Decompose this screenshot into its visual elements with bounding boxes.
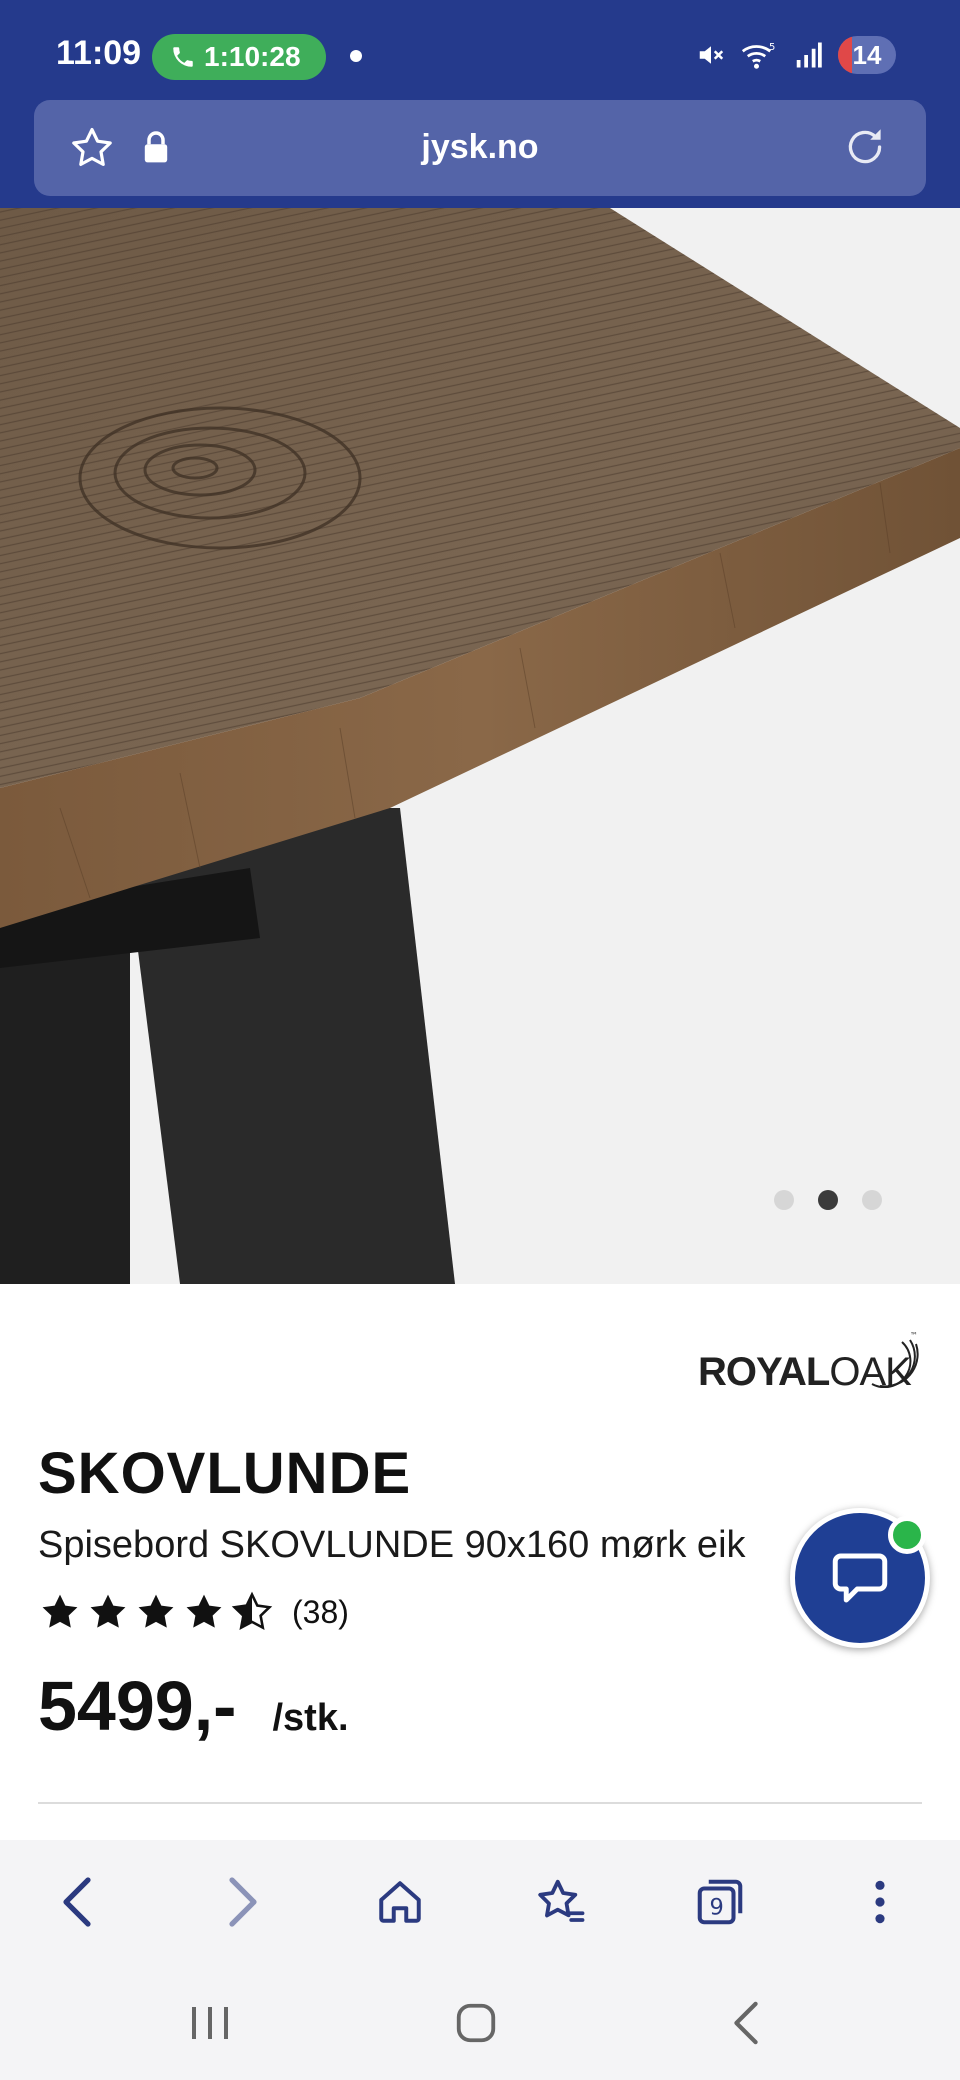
url-bar[interactable]: jysk.no — [34, 100, 926, 196]
star-full-icon — [138, 1594, 174, 1628]
svg-text:™: ™ — [910, 1331, 918, 1340]
system-back-icon — [734, 2001, 758, 2045]
review-count[interactable]: (38) — [292, 1594, 349, 1631]
star-full-icon — [186, 1594, 222, 1628]
product-price: 5499,- — [38, 1667, 237, 1745]
price-unit: /stk. — [272, 1697, 349, 1739]
home-icon — [379, 1881, 421, 1923]
call-timer: 1:10:28 — [204, 41, 301, 72]
system-home-button[interactable] — [446, 1998, 506, 2048]
star-full-icon — [42, 1594, 78, 1628]
product-rating[interactable]: (38) — [38, 1590, 349, 1634]
ongoing-call-pill[interactable]: 1:10:28 — [152, 34, 326, 80]
chat-online-indicator — [888, 1516, 926, 1554]
bookmarks-button[interactable] — [530, 1872, 590, 1932]
tabs-icon: 9 — [697, 1879, 743, 1925]
recents-icon — [192, 2007, 228, 2039]
status-bar: 11:09 1:10:28 5 14 — [0, 0, 960, 100]
top-bar: 11:09 1:10:28 5 14 jysk.no — [0, 0, 960, 208]
carousel-dot-2[interactable] — [818, 1190, 838, 1210]
mute-icon — [699, 46, 724, 64]
section-divider — [38, 1802, 922, 1804]
carousel-dot-3[interactable] — [862, 1190, 882, 1210]
home-circle-icon — [456, 2003, 496, 2043]
star-half-icon — [231, 1591, 273, 1630]
system-nav-bar — [0, 1962, 960, 2080]
status-time: 11:09 — [56, 34, 142, 72]
system-back-button[interactable] — [716, 1998, 776, 2048]
product-name: SKOVLUNDE — [38, 1441, 412, 1506]
url-text[interactable]: jysk.no — [34, 128, 926, 167]
svg-text:9: 9 — [709, 1894, 723, 1920]
carousel-dot-1[interactable] — [774, 1190, 794, 1210]
product-description: Spisebord SKOVLUNDE 90x160 mørk eik — [38, 1524, 746, 1566]
product-image[interactable] — [0, 208, 960, 1284]
home-button[interactable] — [370, 1872, 430, 1932]
product-photo-table — [0, 208, 960, 1284]
battery-indicator: 14 — [838, 36, 896, 74]
chat-bubble-icon — [832, 1553, 888, 1603]
more-icon — [875, 1880, 885, 1924]
recents-button[interactable] — [180, 1998, 240, 2048]
signal-icon — [796, 42, 822, 68]
brand-logo: ROYALOAK ™ — [698, 1328, 922, 1394]
brand-logo-mark: ™ — [871, 1331, 919, 1388]
reload-icon[interactable] — [840, 122, 890, 172]
tabs-button[interactable]: 9 — [690, 1872, 750, 1932]
phone-icon — [173, 47, 193, 67]
back-icon — [63, 1877, 91, 1927]
bookmarks-icon — [538, 1879, 585, 1922]
browser-toolbar: 9 — [0, 1840, 960, 1962]
star-full-icon — [90, 1594, 126, 1628]
status-icons: 5 14 — [696, 36, 896, 74]
forward-button[interactable] — [212, 1872, 272, 1932]
back-button[interactable] — [48, 1872, 108, 1932]
svg-text:5: 5 — [769, 42, 775, 53]
forward-icon — [229, 1877, 257, 1927]
more-button[interactable] — [850, 1872, 910, 1932]
carousel-dots[interactable] — [774, 1190, 882, 1210]
price-row: 5499,- /stk. — [38, 1666, 349, 1746]
wifi-icon: 5 — [741, 42, 775, 69]
notification-dot — [350, 50, 362, 62]
